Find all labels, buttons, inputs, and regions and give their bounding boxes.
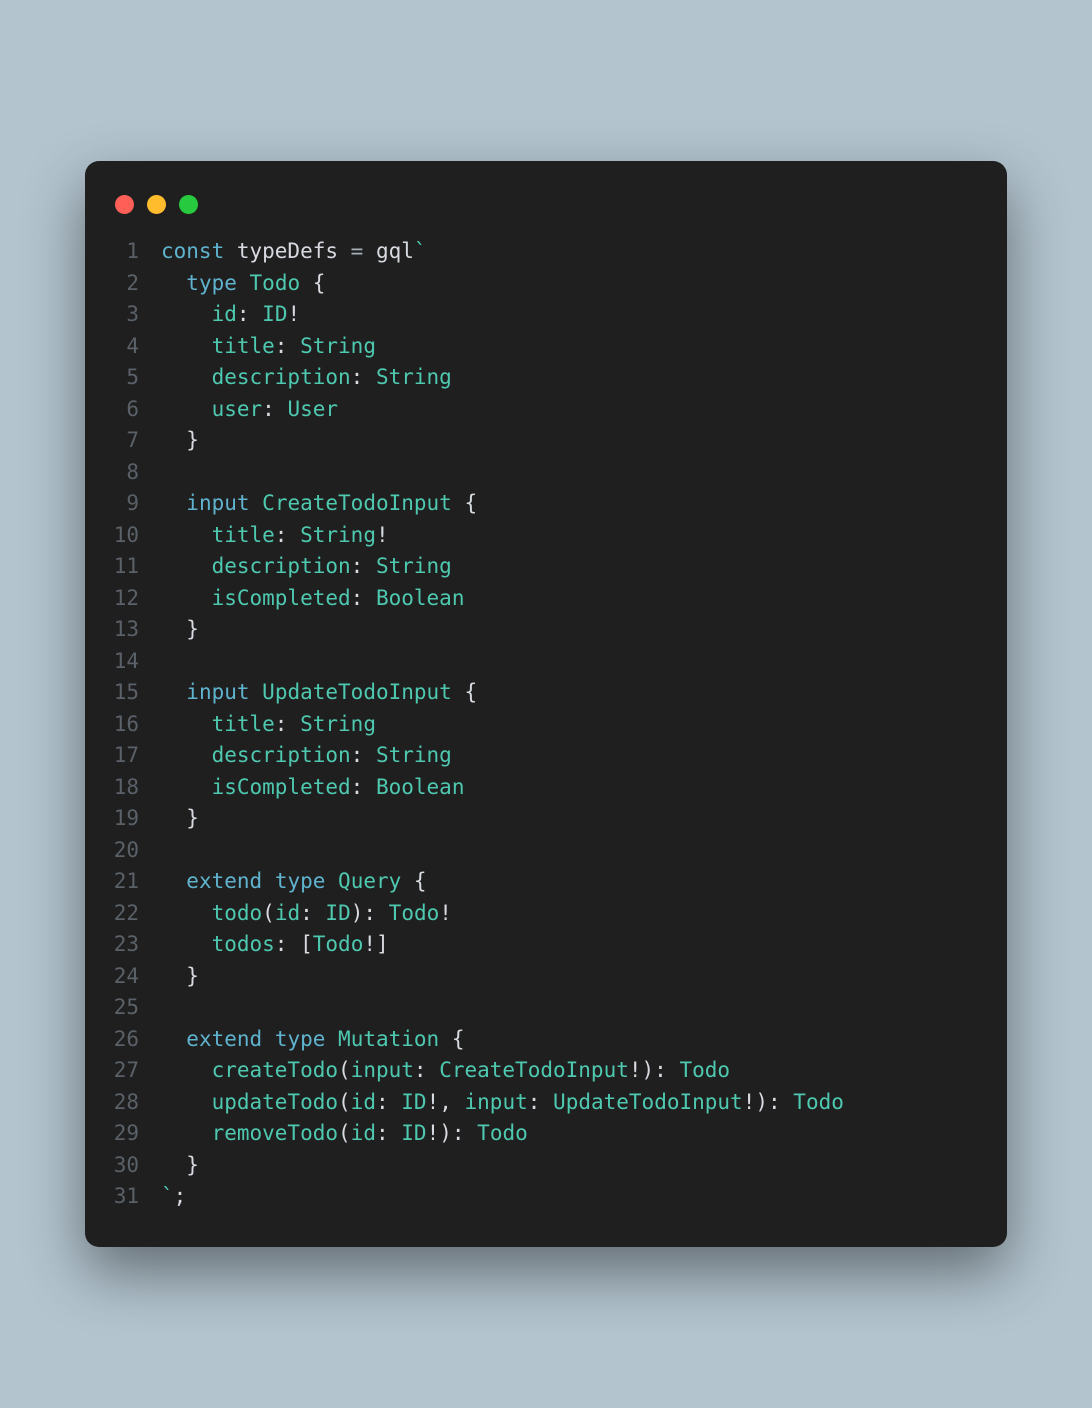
code-content: input CreateTodoInput { (161, 488, 477, 520)
code-line: 24 } (109, 961, 983, 993)
line-number: 12 (109, 583, 161, 615)
line-number: 1 (109, 236, 161, 268)
line-number: 22 (109, 898, 161, 930)
code-line: 22 todo(id: ID): Todo! (109, 898, 983, 930)
code-window: 1const typeDefs = gql`2 type Todo {3 id:… (85, 161, 1007, 1247)
code-line: 13 } (109, 614, 983, 646)
code-line: 1const typeDefs = gql` (109, 236, 983, 268)
close-icon[interactable] (115, 195, 134, 214)
code-content: todos: [Todo!] (161, 929, 389, 961)
code-line: 9 input CreateTodoInput { (109, 488, 983, 520)
code-line: 21 extend type Query { (109, 866, 983, 898)
code-line: 14 (109, 646, 983, 678)
code-content: isCompleted: Boolean (161, 772, 464, 804)
code-line: 11 description: String (109, 551, 983, 583)
code-line: 29 removeTodo(id: ID!): Todo (109, 1118, 983, 1150)
line-number: 28 (109, 1087, 161, 1119)
line-number: 16 (109, 709, 161, 741)
window-title-bar (85, 189, 1007, 236)
code-line: 20 (109, 835, 983, 867)
code-content: `; (161, 1181, 186, 1213)
line-number: 9 (109, 488, 161, 520)
code-content: } (161, 614, 199, 646)
code-editor[interactable]: 1const typeDefs = gql`2 type Todo {3 id:… (85, 236, 1007, 1213)
line-number: 30 (109, 1150, 161, 1182)
code-content: } (161, 1150, 199, 1182)
code-content: } (161, 803, 199, 835)
code-line: 4 title: String (109, 331, 983, 363)
code-content: createTodo(input: CreateTodoInput!): Tod… (161, 1055, 730, 1087)
line-number: 21 (109, 866, 161, 898)
code-content: description: String (161, 551, 452, 583)
code-line: 10 title: String! (109, 520, 983, 552)
code-line: 2 type Todo { (109, 268, 983, 300)
code-line: 25 (109, 992, 983, 1024)
code-content: extend type Mutation { (161, 1024, 465, 1056)
code-content: title: String (161, 709, 376, 741)
line-number: 4 (109, 331, 161, 363)
code-line: 27 createTodo(input: CreateTodoInput!): … (109, 1055, 983, 1087)
code-content: id: ID! (161, 299, 300, 331)
code-line: 8 (109, 457, 983, 489)
code-line: 6 user: User (109, 394, 983, 426)
code-line: 23 todos: [Todo!] (109, 929, 983, 961)
minimize-icon[interactable] (147, 195, 166, 214)
code-content: isCompleted: Boolean (161, 583, 464, 615)
line-number: 17 (109, 740, 161, 772)
line-number: 20 (109, 835, 161, 867)
code-content (161, 457, 174, 489)
code-line: 19 } (109, 803, 983, 835)
line-number: 26 (109, 1024, 161, 1056)
line-number: 8 (109, 457, 161, 489)
line-number: 27 (109, 1055, 161, 1087)
code-content: } (161, 425, 199, 457)
code-content: removeTodo(id: ID!): Todo (161, 1118, 528, 1150)
code-line: 26 extend type Mutation { (109, 1024, 983, 1056)
line-number: 15 (109, 677, 161, 709)
line-number: 31 (109, 1181, 161, 1213)
code-content: todo(id: ID): Todo! (161, 898, 452, 930)
code-content: } (161, 961, 199, 993)
line-number: 25 (109, 992, 161, 1024)
code-line: 3 id: ID! (109, 299, 983, 331)
code-line: 16 title: String (109, 709, 983, 741)
code-content: updateTodo(id: ID!, input: UpdateTodoInp… (161, 1087, 844, 1119)
code-line: 30 } (109, 1150, 983, 1182)
code-line: 15 input UpdateTodoInput { (109, 677, 983, 709)
code-line: 18 isCompleted: Boolean (109, 772, 983, 804)
code-content: user: User (161, 394, 338, 426)
line-number: 10 (109, 520, 161, 552)
line-number: 7 (109, 425, 161, 457)
code-content (161, 646, 174, 678)
line-number: 6 (109, 394, 161, 426)
line-number: 18 (109, 772, 161, 804)
line-number: 11 (109, 551, 161, 583)
line-number: 13 (109, 614, 161, 646)
code-line: 12 isCompleted: Boolean (109, 583, 983, 615)
code-content: description: String (161, 740, 452, 772)
code-content: title: String (161, 331, 376, 363)
code-content (161, 992, 174, 1024)
line-number: 5 (109, 362, 161, 394)
line-number: 23 (109, 929, 161, 961)
line-number: 2 (109, 268, 161, 300)
code-content: input UpdateTodoInput { (161, 677, 477, 709)
code-content: const typeDefs = gql` (161, 236, 427, 268)
line-number: 24 (109, 961, 161, 993)
code-line: 17 description: String (109, 740, 983, 772)
code-content: type Todo { (161, 268, 325, 300)
code-content: title: String! (161, 520, 389, 552)
code-line: 28 updateTodo(id: ID!, input: UpdateTodo… (109, 1087, 983, 1119)
code-content: description: String (161, 362, 452, 394)
code-line: 31`; (109, 1181, 983, 1213)
line-number: 29 (109, 1118, 161, 1150)
code-content: extend type Query { (161, 866, 427, 898)
line-number: 19 (109, 803, 161, 835)
maximize-icon[interactable] (179, 195, 198, 214)
line-number: 3 (109, 299, 161, 331)
code-line: 5 description: String (109, 362, 983, 394)
line-number: 14 (109, 646, 161, 678)
code-line: 7 } (109, 425, 983, 457)
code-content (161, 835, 174, 867)
